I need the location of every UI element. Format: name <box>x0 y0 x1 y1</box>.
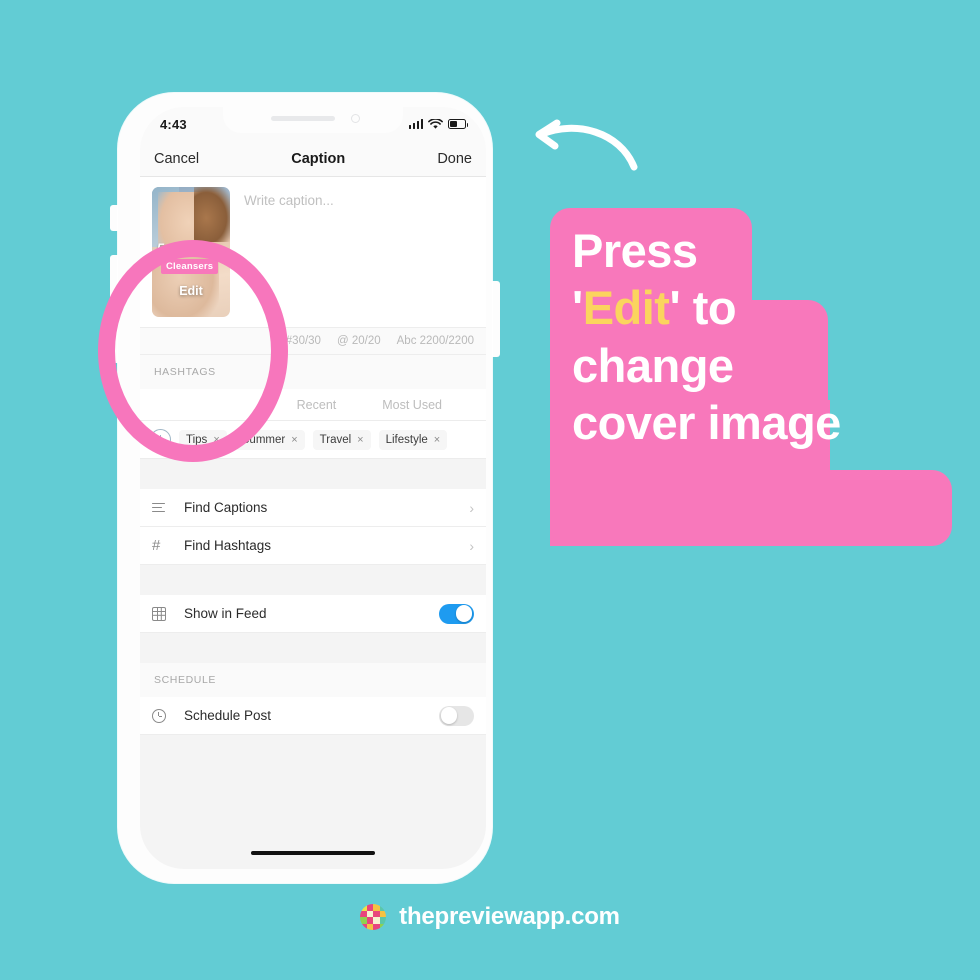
callout-line-1: Press <box>572 224 698 277</box>
hashtags-section-label: HASHTAGS <box>140 355 486 389</box>
earpiece-speaker-icon <box>271 116 335 121</box>
curved-arrow-icon <box>535 119 638 171</box>
hashtag-pill-label: Summer <box>241 433 286 446</box>
hash-icon: # <box>152 537 161 554</box>
phone-screen: 4:43 Cancel Caption Done Favorite Cleans… <box>140 107 486 869</box>
show-in-feed-toggle[interactable] <box>439 603 474 624</box>
phone-notch <box>223 107 403 133</box>
section-divider <box>140 459 486 489</box>
tab-most-used[interactable]: Most Used <box>382 398 442 412</box>
find-captions-row[interactable]: Find Captions › <box>140 489 486 527</box>
find-hashtags-label: Find Hashtags <box>184 538 272 553</box>
schedule-post-toggle[interactable] <box>439 705 474 726</box>
caption-placeholder: Write caption... <box>244 193 334 208</box>
phone-mockup: 4:43 Cancel Caption Done Favorite Cleans… <box>110 93 500 883</box>
callout-highlight-word: Edit <box>582 281 670 335</box>
thumbnail-hair <box>194 187 230 242</box>
done-button[interactable]: Done <box>437 151 472 167</box>
thumbnail-overlay-subtitle: Cleansers <box>161 259 219 274</box>
clock-icon <box>152 708 178 723</box>
callout-line-3: change <box>572 338 734 392</box>
thumbnail-overlay-title: Favorite <box>157 243 204 255</box>
callout-quote-close: ' to <box>669 281 737 335</box>
battery-icon <box>448 119 469 129</box>
nav-bar: Cancel Caption Done <box>140 141 486 177</box>
chevron-right-icon: › <box>469 537 474 554</box>
hashtag-counter: #30/30 <box>285 335 321 347</box>
hashtag-pill[interactable]: Summer × <box>234 429 305 450</box>
counter-row: #30/30 @ 20/20 Abc 2200/2200 <box>140 327 486 355</box>
grid-icon <box>152 606 178 621</box>
page-title: Caption <box>291 150 346 167</box>
close-icon[interactable]: × <box>357 434 363 446</box>
callout-shape-part <box>550 470 952 546</box>
find-hashtags-row[interactable]: # Find Hashtags › <box>140 527 486 565</box>
callout-line-4: cover image <box>572 395 841 449</box>
section-divider <box>140 633 486 663</box>
show-in-feed-row[interactable]: Show in Feed <box>140 595 486 633</box>
lines-icon <box>152 502 178 513</box>
preview-app-logo-icon <box>360 904 387 930</box>
find-captions-label: Find Captions <box>184 500 268 515</box>
add-hashtag-icon[interactable] <box>150 429 171 450</box>
character-counter: Abc 2200/2200 <box>396 335 474 347</box>
close-icon[interactable]: × <box>291 434 297 446</box>
status-time: 4:43 <box>160 116 187 132</box>
edit-cover-button[interactable]: Edit <box>152 284 230 298</box>
hashtag-pill[interactable]: Tips × <box>179 429 227 450</box>
schedule-post-label: Schedule Post <box>184 708 272 723</box>
cover-image-thumbnail[interactable]: Favorite Cleansers Edit <box>152 187 230 317</box>
phone-body: 4:43 Cancel Caption Done Favorite Cleans… <box>118 93 492 883</box>
schedule-post-row[interactable]: Schedule Post <box>140 697 486 735</box>
chevron-right-icon: › <box>469 499 474 516</box>
footer-brand-text: thepreviewapp.com <box>399 903 620 930</box>
hashtag-tabs: Recent Most Used <box>140 389 486 421</box>
tab-recent[interactable]: Recent <box>297 398 337 412</box>
close-icon[interactable]: × <box>434 434 440 446</box>
mention-counter: @ 20/20 <box>336 335 381 347</box>
home-indicator[interactable] <box>251 850 375 855</box>
callout-line-2: 'Edit' to <box>572 279 972 336</box>
schedule-section-label: SCHEDULE <box>140 663 486 697</box>
wifi-icon <box>428 118 443 129</box>
empty-area <box>140 735 486 869</box>
cellular-bars-icon <box>408 119 423 129</box>
callout-text: Press 'Edit' to change cover image <box>572 222 972 451</box>
caption-area: Favorite Cleansers Edit Write caption... <box>140 177 486 327</box>
hashtag-pill-label: Lifestyle <box>385 433 428 446</box>
section-divider <box>140 565 486 595</box>
hashtag-pill-label: Travel <box>319 433 352 446</box>
cancel-button[interactable]: Cancel <box>154 151 199 167</box>
hashtag-pill[interactable]: Travel × <box>312 429 371 450</box>
hashtag-pill-label: Tips <box>186 433 208 446</box>
footer-branding: thepreviewapp.com <box>0 903 980 931</box>
hashtag-pill[interactable]: Lifestyle × <box>378 429 448 450</box>
caption-input[interactable]: Write caption... <box>230 187 474 317</box>
show-in-feed-label: Show in Feed <box>184 606 267 621</box>
front-camera-icon <box>351 114 360 123</box>
hashtag-pill-row: Tips × Summer × Travel × Lifestyle × <box>140 421 486 459</box>
close-icon[interactable]: × <box>213 434 219 446</box>
callout-quote-open: ' <box>572 281 583 335</box>
